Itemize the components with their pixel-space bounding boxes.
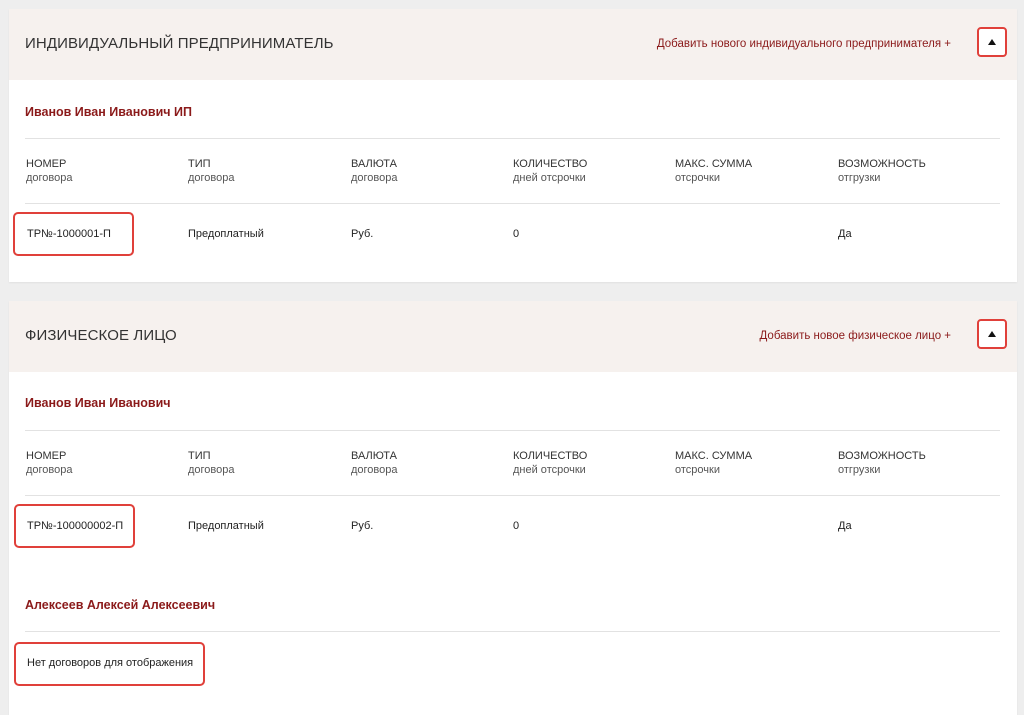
column-header-type: ТИП договора	[188, 158, 235, 184]
divider	[25, 631, 1000, 632]
person-name[interactable]: Иванов Иван Иванович ИП	[25, 105, 192, 119]
triangle-up-icon	[988, 39, 996, 45]
contract-currency: Руб.	[351, 228, 374, 240]
column-header-shipment: ВОЗМОЖНОСТЬ отгрузки	[838, 450, 926, 476]
section-title: ФИЗИЧЕСКОЕ ЛИЦО	[25, 327, 177, 344]
add-person-link[interactable]: Добавить новое физическое лицо +	[760, 330, 952, 342]
divider	[25, 495, 1000, 496]
contract-currency: Руб.	[351, 520, 374, 532]
column-header-max-sum: МАКС. СУММА отсрочки	[675, 450, 753, 476]
section-title: ИНДИВИДУАЛЬНЫЙ ПРЕДПРИНИМАТЕЛЬ	[25, 35, 334, 52]
individual-person-card: ФИЗИЧЕСКОЕ ЛИЦО Добавить новое физическо…	[9, 301, 1017, 715]
shipment-allowed: Да	[838, 228, 852, 240]
empty-contracts-message: Нет договоров для отображения	[27, 657, 194, 669]
column-header-shipment: ВОЗМОЖНОСТЬ отгрузки	[838, 158, 926, 184]
column-header-max-sum: МАКС. СУММА отсрочки	[675, 158, 753, 184]
column-header-days: КОЛИЧЕСТВО дней отсрочки	[513, 450, 588, 476]
card-header: ИНДИВИДУАЛЬНЫЙ ПРЕДПРИНИМАТЕЛЬ Добавить …	[9, 9, 1017, 80]
divider	[25, 138, 1000, 139]
contract-type: Предоплатный	[188, 228, 264, 240]
contract-number[interactable]: ТР№-1000001-П	[27, 228, 111, 240]
deferral-days: 0	[513, 520, 520, 532]
card-header: ФИЗИЧЕСКОЕ ЛИЦО Добавить новое физическо…	[9, 301, 1017, 372]
column-header-type: ТИП договора	[188, 450, 235, 476]
column-header-number: НОМЕР договора	[26, 450, 73, 476]
collapse-button[interactable]	[977, 27, 1007, 57]
contract-number[interactable]: ТР№-100000002-П	[27, 520, 123, 532]
shipment-allowed: Да	[838, 520, 852, 532]
triangle-up-icon	[988, 331, 996, 337]
contract-type: Предоплатный	[188, 520, 264, 532]
divider	[25, 203, 1000, 204]
column-header-currency: ВАЛЮТА договора	[351, 158, 398, 184]
individual-entrepreneur-card: ИНДИВИДУАЛЬНЫЙ ПРЕДПРИНИМАТЕЛЬ Добавить …	[9, 9, 1017, 282]
add-entrepreneur-link[interactable]: Добавить нового индивидуального предприн…	[657, 38, 951, 50]
person-name[interactable]: Алексеев Алексей Алексеевич	[25, 598, 215, 612]
column-header-number: НОМЕР договора	[26, 158, 73, 184]
collapse-button[interactable]	[977, 319, 1007, 349]
divider	[25, 430, 1000, 431]
deferral-days: 0	[513, 228, 520, 240]
column-header-currency: ВАЛЮТА договора	[351, 450, 398, 476]
person-name[interactable]: Иванов Иван Иванович	[25, 396, 171, 410]
column-header-days: КОЛИЧЕСТВО дней отсрочки	[513, 158, 588, 184]
